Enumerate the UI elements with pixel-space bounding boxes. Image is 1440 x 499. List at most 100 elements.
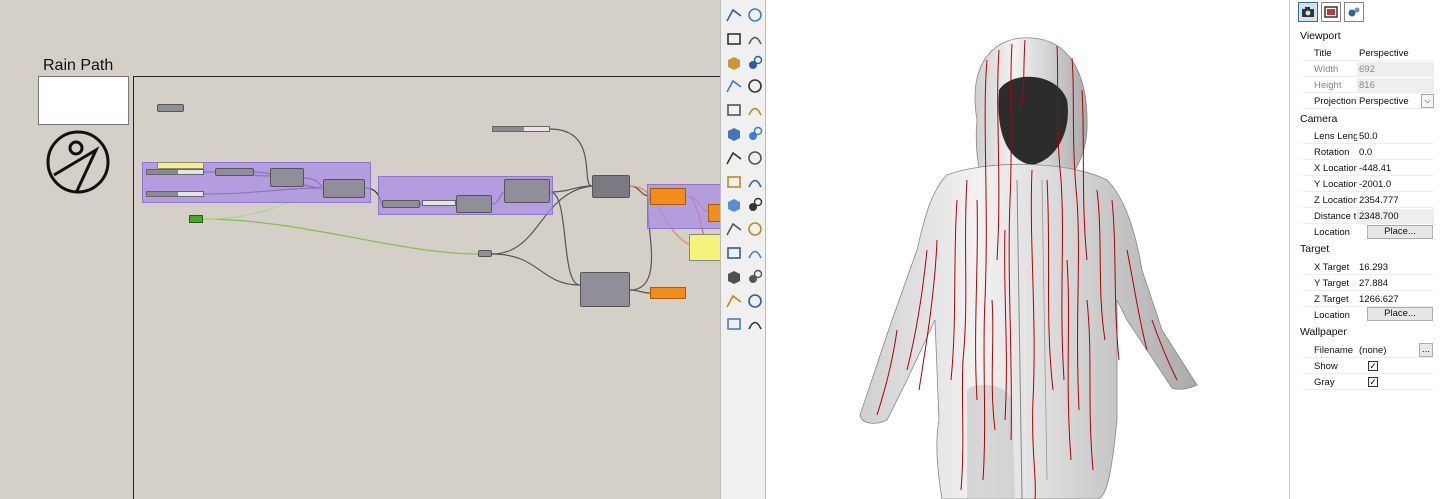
display-icon [1324,6,1338,18]
scale-icon[interactable] [746,244,764,262]
component-node[interactable] [456,195,492,213]
viewport-section-heading: Viewport [1300,30,1341,42]
properties-tabs [1298,2,1364,24]
component-node[interactable] [157,104,184,112]
component-node[interactable] [270,168,304,187]
gray-checkbox[interactable]: ✓ [1368,377,1378,387]
number-slider[interactable] [492,126,550,132]
surface-icon[interactable] [725,101,743,119]
component-node[interactable] [478,250,492,257]
browse-button[interactable]: ... [1419,343,1433,357]
filename-row: Filename (none) [1303,343,1434,358]
perspective-viewport[interactable] [767,0,1289,499]
curve-from-points-icon[interactable] [725,6,743,24]
render-icon[interactable] [746,292,764,310]
rotation-row: Rotation 0.0 [1303,145,1434,160]
gray-label: Gray [1314,377,1335,388]
sphere-icon[interactable] [746,125,764,143]
analyze-icon[interactable] [746,315,764,333]
display-tab[interactable] [1321,2,1341,22]
lens-length-row: Lens Length 50.0 [1303,129,1434,144]
component-node[interactable] [504,179,550,203]
lens-length-label: Lens Length [1314,131,1357,142]
circle-icon[interactable] [725,30,743,48]
component-node[interactable] [382,200,420,208]
camera-section-heading: Camera [1300,113,1338,125]
fillet-icon[interactable] [746,77,764,95]
y-location-label: Y Location [1314,179,1357,190]
z-location-label: Z Location [1314,195,1357,206]
camera-icon [1302,7,1314,17]
width-row: Width 692 [1303,62,1434,77]
box-icon[interactable] [725,125,743,143]
component-node[interactable] [323,179,365,198]
transform-icon[interactable] [725,196,743,214]
rectangle-icon[interactable] [746,54,764,72]
grid-icon[interactable] [725,268,743,286]
dimension-icon[interactable] [746,220,764,238]
cylinder-icon[interactable] [725,149,743,167]
wire-layer [202,128,711,294]
title-row: Title Perspective [1303,46,1434,61]
x-target-label: X Target [1314,262,1350,273]
check-icon[interactable] [725,315,743,333]
yellow-panel[interactable] [157,162,204,169]
output-param[interactable] [708,204,720,222]
chevron-down-icon[interactable]: ⌵ [1421,94,1434,108]
component-node[interactable] [215,168,254,176]
filename-label: Filename [1314,345,1354,356]
z-target-field[interactable]: 1266.627 [1357,292,1434,306]
grasshopper-canvas[interactable]: Rain Path [0,0,720,499]
y-target-field[interactable]: 27.884 [1357,276,1434,290]
number-slider[interactable] [146,169,204,175]
height-label: Height [1314,80,1342,91]
coat-model-render [859,37,1198,499]
number-slider[interactable] [146,191,204,197]
x-target-field[interactable]: 16.293 [1357,260,1434,274]
title-field[interactable]: Perspective [1357,46,1434,60]
height-field: 816 [1357,78,1434,92]
target-location-label: Location [1314,310,1350,321]
camera-location-label: Location [1314,227,1350,238]
lens-length-field[interactable]: 50.0 [1357,129,1434,143]
output-param[interactable] [650,287,686,299]
sweep-icon[interactable] [746,101,764,119]
text-icon[interactable] [725,244,743,262]
yellow-panel[interactable] [689,234,720,261]
output-param[interactable] [650,188,686,205]
snap-icon[interactable] [746,268,764,286]
component-node[interactable] [592,175,630,198]
x-location-row: X Location -448.41 [1303,161,1434,176]
object-properties-tab[interactable] [1344,2,1364,22]
component-node[interactable] [580,272,630,307]
wallpaper-section-heading: Wallpaper [1300,326,1347,338]
distance-field[interactable]: 2348.700 [1357,209,1434,223]
explode-icon[interactable] [746,173,764,191]
z-target-row: Z Target 1266.627 [1303,292,1434,307]
mirror-icon[interactable] [746,196,764,214]
camera-place-button[interactable]: Place... [1367,225,1433,239]
target-section-heading: Target [1300,243,1330,255]
y-target-row: Y Target 27.884 [1303,276,1434,291]
mesh-icon[interactable] [725,292,743,310]
boolean-toggle[interactable] [189,215,203,223]
ellipse-icon[interactable] [725,77,743,95]
show-checkbox[interactable]: ✓ [1368,361,1378,371]
properties-panel: Viewport Title Perspective Width 692 Hei… [1289,0,1440,499]
array-icon[interactable] [725,220,743,238]
z-location-field[interactable]: 2354.777 [1357,193,1434,207]
extrude-icon[interactable] [746,149,764,167]
curve-icon[interactable] [725,54,743,72]
app-window: Rain Path Viewport Title Perspective Wid… [0,0,1440,499]
polyline-icon[interactable] [746,6,764,24]
target-place-button[interactable]: Place... [1367,307,1433,321]
boolean-icon[interactable] [725,173,743,191]
x-location-field[interactable]: -448.41 [1357,161,1434,175]
arc-icon[interactable] [746,30,764,48]
number-slider[interactable] [422,200,456,206]
camera-tab[interactable] [1298,2,1318,22]
rotation-field[interactable]: 0.0 [1357,145,1434,159]
y-location-field[interactable]: -2001.0 [1357,177,1434,191]
projection-label: Projection [1314,96,1357,107]
z-location-row: Z Location 2354.777 [1303,193,1434,208]
